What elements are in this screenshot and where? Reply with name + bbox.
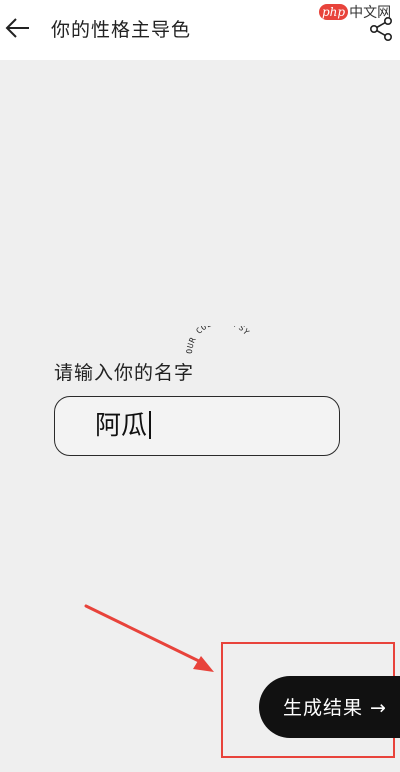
- generate-result-label: 生成结果 →: [283, 697, 387, 719]
- generate-result-button[interactable]: 生成结果 →: [259, 676, 400, 738]
- back-button[interactable]: [4, 16, 32, 40]
- name-input-field[interactable]: 阿瓜: [54, 396, 340, 456]
- name-prompt-label: 请输入你的名字: [54, 362, 195, 384]
- circular-decor-text: OUR COLORS-PSY: [185, 326, 251, 354]
- page-title: 你的性格主导色: [51, 19, 192, 41]
- name-input-value: 阿瓜: [95, 411, 148, 441]
- watermark-badge: php: [319, 4, 349, 20]
- text-caret: [149, 411, 152, 439]
- svg-text:OUR COLORS-PSY: OUR COLORS-PSY: [185, 326, 251, 354]
- watermark-logo: php 中文网: [319, 2, 399, 21]
- circular-decor-label: OUR COLORS-PSY: [185, 326, 251, 354]
- arrow-left-icon: [5, 18, 29, 38]
- watermark-text: 中文网: [349, 5, 392, 21]
